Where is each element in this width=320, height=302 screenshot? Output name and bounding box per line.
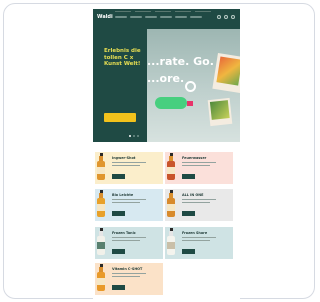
product-tile[interactable]: ALL IN ONE bbox=[165, 189, 233, 221]
product-desc-line bbox=[112, 162, 146, 163]
bottle-image bbox=[167, 190, 175, 217]
product-title: Frozen Shore bbox=[182, 231, 208, 235]
hero-text-panel: Erlebnis die tollen C x Kunst Welt! bbox=[93, 29, 147, 142]
bottle-image bbox=[97, 153, 105, 180]
carousel-dot-active[interactable] bbox=[129, 135, 131, 137]
hero-headline: Erlebnis die tollen C x Kunst Welt! bbox=[104, 48, 141, 67]
product-title: ALL IN ONE bbox=[182, 193, 204, 197]
hero-photo-card bbox=[207, 97, 233, 127]
hero-pill-badge[interactable] bbox=[155, 97, 187, 109]
product-button[interactable] bbox=[112, 174, 125, 179]
product-desc-line bbox=[182, 162, 216, 163]
product-desc-line bbox=[112, 240, 140, 241]
hero-cta-button[interactable] bbox=[104, 113, 136, 122]
product-title: Ingwer-Shot bbox=[112, 156, 136, 160]
product-button[interactable] bbox=[182, 249, 195, 254]
product-desc-line bbox=[112, 202, 140, 203]
utility-link[interactable] bbox=[135, 11, 151, 12]
hero-photo-card bbox=[212, 53, 240, 93]
product-desc-line bbox=[182, 165, 210, 166]
carousel-dots bbox=[129, 135, 139, 137]
product-tile[interactable]: Bio Leichte bbox=[95, 189, 163, 221]
menu-item[interactable] bbox=[190, 16, 202, 18]
product-tile[interactable]: Frozen Tonic bbox=[95, 227, 163, 259]
product-title: Vitamin C-SHOT bbox=[112, 267, 143, 271]
product-title: Bio Leichte bbox=[112, 193, 134, 197]
product-title: Feuerwasser bbox=[182, 156, 207, 160]
product-desc-line bbox=[112, 199, 146, 200]
product-tile[interactable]: Feuerwasser bbox=[165, 152, 233, 184]
hero-tag-icon bbox=[187, 101, 193, 106]
brand-logo[interactable]: Waldi bbox=[97, 14, 113, 20]
product-desc-line bbox=[112, 165, 140, 166]
bottle-image bbox=[97, 190, 105, 217]
menu-item[interactable] bbox=[145, 16, 157, 18]
bottle-image bbox=[97, 264, 105, 291]
product-desc-line bbox=[182, 202, 210, 203]
cart-icon[interactable] bbox=[231, 15, 235, 19]
menu-item[interactable] bbox=[130, 16, 142, 18]
hero-banner: ...rate. Go. ...ore. Erlebnis die tollen… bbox=[93, 29, 240, 142]
product-desc-line bbox=[112, 273, 146, 274]
product-button[interactable] bbox=[112, 285, 125, 290]
menu-item[interactable] bbox=[160, 16, 172, 18]
utility-link[interactable] bbox=[155, 11, 171, 12]
bottle-image bbox=[167, 153, 175, 180]
website-screenshot: Waldi ...rate. Go. ...ore. Erlebnis die … bbox=[93, 9, 240, 302]
hero-ring-graphic bbox=[185, 81, 196, 92]
product-button[interactable] bbox=[182, 174, 195, 179]
menu-item[interactable] bbox=[175, 16, 187, 18]
product-button[interactable] bbox=[112, 249, 125, 254]
product-desc-line bbox=[112, 237, 146, 238]
product-desc-line bbox=[182, 237, 216, 238]
hero-photo bbox=[216, 56, 240, 86]
bottle-image bbox=[97, 228, 105, 255]
search-icon[interactable] bbox=[217, 15, 221, 19]
product-button[interactable] bbox=[112, 211, 125, 216]
product-tile[interactable]: Frozen Shore bbox=[165, 227, 233, 259]
utility-links bbox=[115, 11, 211, 12]
utility-link[interactable] bbox=[175, 11, 191, 12]
product-desc-line bbox=[182, 199, 216, 200]
product-desc-line bbox=[112, 276, 140, 277]
product-tile[interactable]: Ingwer-Shot bbox=[95, 152, 163, 184]
top-navigation-bar: Waldi bbox=[93, 9, 240, 29]
menu-item[interactable] bbox=[115, 16, 127, 18]
user-icon[interactable] bbox=[224, 15, 228, 19]
product-title: Frozen Tonic bbox=[112, 231, 136, 235]
carousel-dot[interactable] bbox=[137, 135, 139, 137]
utility-link[interactable] bbox=[195, 11, 211, 12]
hero-big-text-1: ...rate. Go. bbox=[147, 55, 214, 68]
utility-link[interactable] bbox=[115, 11, 131, 12]
product-desc-line bbox=[182, 240, 210, 241]
hero-photo bbox=[209, 100, 230, 120]
product-button[interactable] bbox=[182, 211, 195, 216]
main-menu bbox=[115, 16, 202, 18]
carousel-dot[interactable] bbox=[133, 135, 135, 137]
bottle-image bbox=[167, 228, 175, 255]
hero-big-text-2: ...ore. bbox=[147, 72, 185, 85]
product-tile[interactable]: Vitamin C-SHOT bbox=[95, 263, 163, 295]
